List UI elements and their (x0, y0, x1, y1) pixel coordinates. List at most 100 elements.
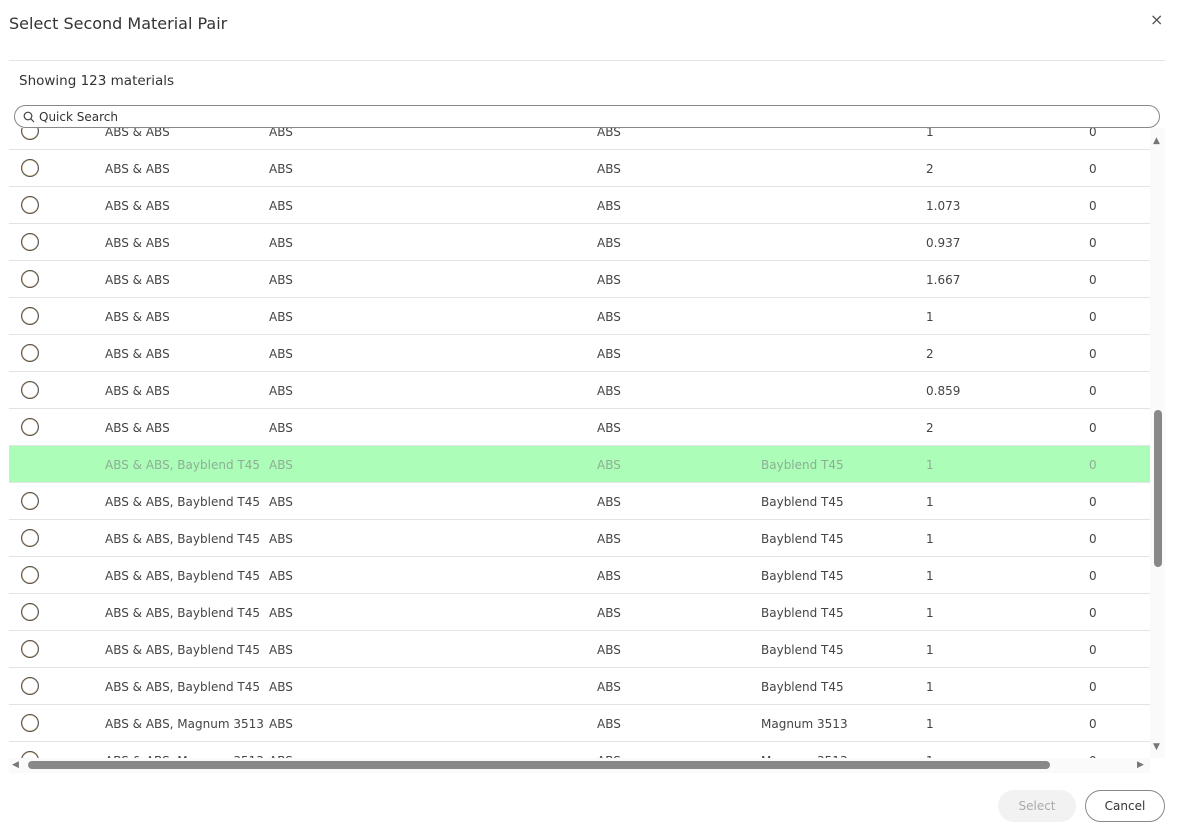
cell-c3: ABS (597, 495, 621, 509)
select-button[interactable]: Select (998, 790, 1076, 822)
cell-c6: 0 (1089, 680, 1097, 694)
row-radio[interactable] (21, 566, 39, 584)
table-row[interactable]: ABS & ABS ABS ABS 2 0 (9, 409, 1150, 446)
table-row[interactable]: ABS & ABS ABS ABS 2 0 (9, 335, 1150, 372)
dialog-title: Select Second Material Pair (9, 14, 228, 33)
cell-c2: ABS (269, 421, 293, 435)
table-row[interactable]: ABS & ABS ABS ABS 0.937 0 (9, 224, 1150, 261)
vertical-scroll-thumb[interactable] (1154, 410, 1162, 567)
horizontal-scroll-thumb[interactable] (28, 761, 1050, 769)
row-radio[interactable] (21, 751, 39, 758)
cell-c4: Bayblend T45 (761, 606, 844, 620)
cell-c3: ABS (597, 458, 621, 472)
close-icon[interactable]: × (1150, 10, 1163, 29)
table-row[interactable]: ABS & ABS, Bayblend T45 ABS ABS Bayblend T4… (9, 520, 1150, 557)
row-radio[interactable] (21, 677, 39, 695)
table-row[interactable]: ABS & ABS ABS ABS 1 0 (9, 128, 1150, 150)
scroll-down-icon[interactable]: ▼ (1153, 742, 1160, 752)
cell-c1: ABS & ABS (105, 421, 170, 435)
cell-c4: Magnum 3513 (761, 717, 848, 731)
scroll-up-icon[interactable]: ▲ (1153, 136, 1160, 146)
cell-c3: ABS (597, 273, 621, 287)
cell-c1: ABS & ABS, Bayblend T45 (105, 569, 260, 583)
table-row[interactable]: ABS & ABS, Bayblend T45 ABS ABS Bayblend T4… (9, 483, 1150, 520)
table-row[interactable]: ABS & ABS, Bayblend T45 ABS ABS Bayblend T4… (9, 668, 1150, 705)
row-radio[interactable] (21, 344, 39, 362)
cell-c4: Bayblend T45 (761, 680, 844, 694)
row-radio[interactable] (21, 196, 39, 214)
row-radio[interactable] (21, 603, 39, 621)
cell-c4: Bayblend T45 (761, 569, 844, 583)
cell-c3: ABS (597, 199, 621, 213)
table-row[interactable]: ABS & ABS ABS ABS 1 0 (9, 298, 1150, 335)
row-radio[interactable] (21, 159, 39, 177)
table-row[interactable]: ABS & ABS, Bayblend T45 ABS ABS Bayblend T4… (9, 557, 1150, 594)
cell-c6: 0 (1089, 128, 1097, 139)
cell-c2: ABS (269, 569, 293, 583)
row-radio[interactable] (21, 529, 39, 547)
cell-c1: ABS & ABS (105, 310, 170, 324)
divider (9, 60, 1165, 61)
cell-c5: 1.073 (926, 199, 961, 213)
cell-c3: ABS (597, 717, 621, 731)
cancel-button[interactable]: Cancel (1085, 790, 1165, 822)
cell-c5: 1 (926, 717, 934, 731)
search-input[interactable]: Quick Search (14, 105, 1160, 128)
cell-c2: ABS (269, 128, 293, 139)
row-radio[interactable] (21, 492, 39, 510)
cell-c5: 2 (926, 347, 934, 361)
table-row[interactable]: ABS & ABS ABS ABS 1.667 0 (9, 261, 1150, 298)
cell-c6: 0 (1089, 310, 1097, 324)
row-radio[interactable] (21, 381, 39, 399)
row-radio[interactable] (21, 128, 39, 140)
cell-c5: 1.667 (926, 273, 961, 287)
row-radio[interactable] (21, 307, 39, 325)
table-row[interactable]: ABS & ABS, Magnum 3513ABSABSMagnum 35131… (9, 705, 1150, 742)
cell-c5: 1 (926, 495, 934, 509)
cell-c4: Bayblend T45 (761, 532, 844, 546)
table-row[interactable]: ABS & ABS, Bayblend T45 ABS ABS Bayblend T4… (9, 631, 1150, 668)
table-row[interactable]: ABS & ABS ABS ABS 0.859 0 (9, 372, 1150, 409)
row-radio[interactable] (21, 233, 39, 251)
cell-c2: ABS (269, 458, 293, 472)
cell-c6: 0 (1089, 458, 1097, 472)
cell-c5: 1 (926, 643, 934, 657)
cell-c1: ABS & ABS (105, 128, 170, 139)
cell-c2: ABS (269, 199, 293, 213)
row-radio[interactable] (21, 270, 39, 288)
cell-c6: 0 (1089, 717, 1097, 731)
table-row[interactable]: ABS & ABS ABS ABS 2 0 (9, 150, 1150, 187)
scroll-left-icon[interactable]: ◀ (12, 760, 19, 770)
row-radio[interactable] (21, 418, 39, 436)
cell-c5: 1 (926, 310, 934, 324)
cell-c6: 0 (1089, 606, 1097, 620)
cell-c2: ABS (269, 643, 293, 657)
cell-c6: 0 (1089, 162, 1097, 176)
scroll-right-icon[interactable]: ▶ (1137, 760, 1144, 770)
materials-count: Showing 123 materials (19, 73, 175, 89)
cell-c3: ABS (597, 680, 621, 694)
cell-c6: 0 (1089, 532, 1097, 546)
cell-c2: ABS (269, 347, 293, 361)
cell-c6: 0 (1089, 236, 1097, 250)
table-row[interactable]: ABS & ABS, Magnum 3513ABSABSMagnum 35131… (9, 742, 1150, 758)
cell-c5: 0.859 (926, 384, 961, 398)
table-row[interactable]: ABS & ABS, Bayblend T45 ABS ABS Bayblend T4… (9, 446, 1150, 483)
cell-c1: ABS & ABS (105, 384, 170, 398)
cell-c3: ABS (597, 310, 621, 324)
table-row[interactable]: ABS & ABS, Bayblend T45 ABS ABS Bayblend T4… (9, 594, 1150, 631)
cell-c3: ABS (597, 532, 621, 546)
cell-c1: ABS & ABS (105, 273, 170, 287)
cell-c3: ABS (597, 569, 621, 583)
cell-c3: ABS (597, 128, 621, 139)
vertical-scrollbar[interactable]: ▲ ▼ (1150, 128, 1165, 758)
cell-c6: 0 (1089, 421, 1097, 435)
row-radio[interactable] (21, 640, 39, 658)
search-icon (23, 111, 35, 122)
row-radio[interactable] (21, 714, 39, 732)
cell-c1: ABS & ABS, Bayblend T45 (105, 532, 260, 546)
cell-c1: ABS & ABS (105, 162, 170, 176)
horizontal-scrollbar[interactable]: ◀ ▶ (9, 758, 1150, 773)
table-row[interactable]: ABS & ABS ABS ABS 1.073 0 (9, 187, 1150, 224)
cell-c2: ABS (269, 680, 293, 694)
